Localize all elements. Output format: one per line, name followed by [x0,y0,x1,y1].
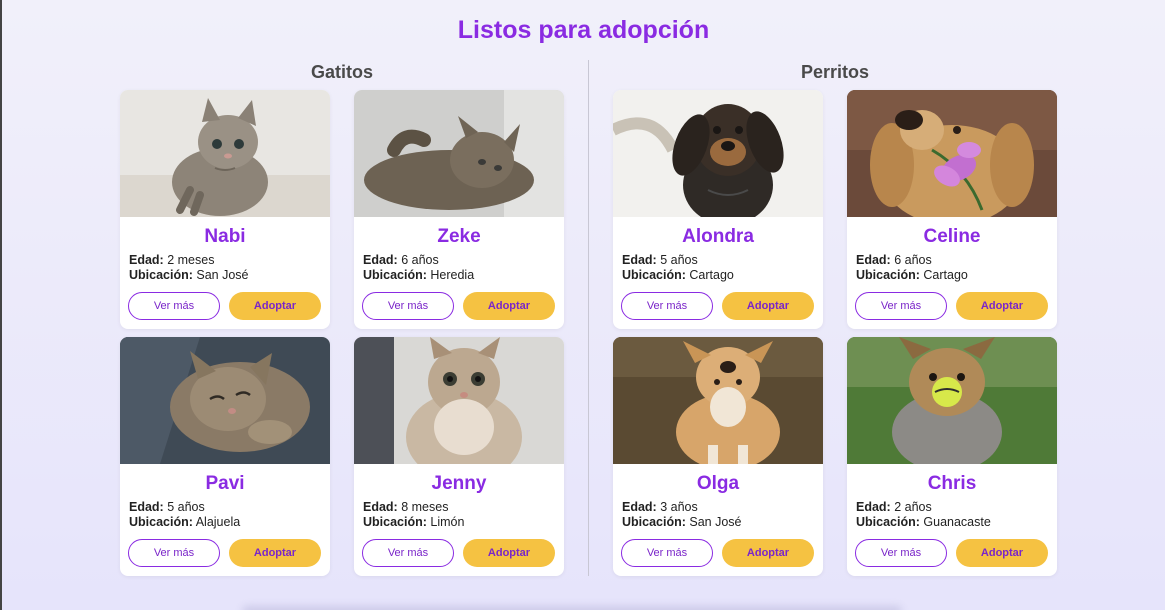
see-more-button[interactable]: Ver más [362,292,454,320]
pet-age: Edad: 6 años [856,253,932,267]
pet-age: Edad: 5 años [129,500,205,514]
pet-location: Ubicación: Cartago [622,268,734,282]
cat-photo[interactable] [354,337,564,464]
adopt-button[interactable]: Adoptar [229,539,321,567]
adopt-button[interactable]: Adoptar [229,292,321,320]
page-title: Listos para adopción [457,16,710,44]
see-more-button[interactable]: Ver más [128,539,220,567]
pet-age: Edad: 5 años [622,253,698,267]
section-divider [588,60,589,576]
pet-card-celine: Celine Edad: 6 años Ubicación: Cartago V… [847,90,1057,329]
pet-age: Edad: 3 años [622,500,698,514]
pet-location: Ubicación: Limón [363,515,465,529]
adopt-button[interactable]: Adoptar [722,539,814,567]
pet-location: Ubicación: San José [622,515,742,529]
see-more-button[interactable]: Ver más [855,539,947,567]
pet-card-olga: Olga Edad: 3 años Ubicación: San José Ve… [613,337,823,576]
adopt-button[interactable]: Adoptar [956,292,1048,320]
section-title-dogs: Perritos [800,62,870,82]
pet-name: Celine [923,226,981,247]
kitten-photo[interactable] [120,90,330,217]
see-more-button[interactable]: Ver más [362,539,454,567]
see-more-button[interactable]: Ver más [128,292,220,320]
adopt-button[interactable]: Adoptar [956,539,1048,567]
cat-photo[interactable] [354,90,564,217]
pet-age: Edad: 6 años [363,253,439,267]
dog-photo[interactable] [847,337,1057,464]
kitten-photo[interactable] [120,337,330,464]
section-title-cats: Gatitos [310,62,373,82]
pet-card-chris: Chris Edad: 2 años Ubicación: Guanacaste… [847,337,1057,576]
pet-name: Alondra [682,226,754,247]
pet-age: Edad: 2 meses [129,253,215,267]
pet-name: Pavi [205,473,245,494]
pet-location: Ubicación: Cartago [856,268,968,282]
pet-age: Edad: 2 años [856,500,932,514]
pet-card-pavi: Pavi Edad: 5 años Ubicación: Alajuela Ve… [120,337,330,576]
pet-name: Nabi [204,226,246,247]
adopt-button[interactable]: Adoptar [463,539,555,567]
footer-shadow [242,606,902,610]
adopt-button[interactable]: Adoptar [463,292,555,320]
pet-card-zeke: Zeke Edad: 6 años Ubicación: Heredia Ver… [354,90,564,329]
pet-location: Ubicación: Guanacaste [856,515,991,529]
pet-card-alondra: Alondra Edad: 5 años Ubicación: Cartago … [613,90,823,329]
pet-name: Olga [696,473,740,494]
pet-name: Chris [927,473,977,494]
pet-location: Ubicación: Alajuela [129,515,241,529]
see-more-button[interactable]: Ver más [621,292,713,320]
dog-photo[interactable] [613,337,823,464]
adopt-button[interactable]: Adoptar [722,292,814,320]
pet-location: Ubicación: San José [129,268,249,282]
pet-card-nabi: Nabi Edad: 2 meses Ubicación: San José V… [120,90,330,329]
pet-age: Edad: 8 meses [363,500,449,514]
see-more-button[interactable]: Ver más [855,292,947,320]
dog-photo[interactable] [847,90,1057,217]
pet-name: Zeke [437,226,481,247]
dog-photo[interactable] [613,90,823,217]
pet-card-jenny: Jenny Edad: 8 meses Ubicación: Limón Ver… [354,337,564,576]
see-more-button[interactable]: Ver más [621,539,713,567]
pet-name: Jenny [431,473,487,494]
pet-location: Ubicación: Heredia [363,268,475,282]
